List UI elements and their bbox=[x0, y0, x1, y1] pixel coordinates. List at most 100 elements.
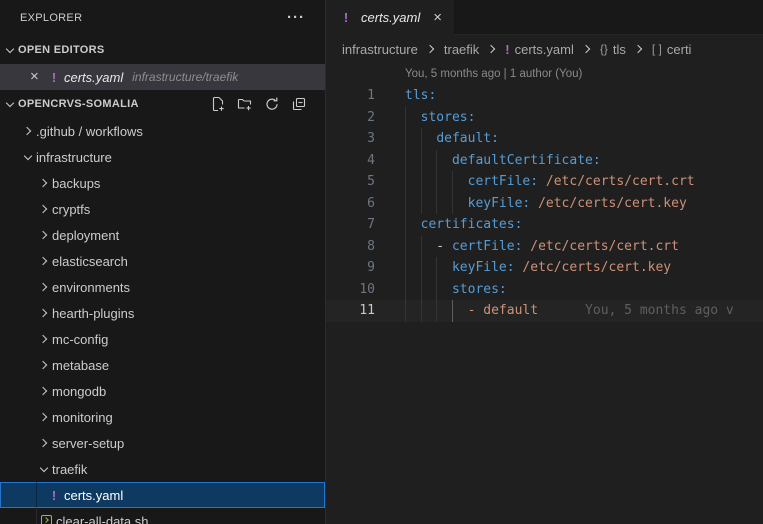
tree-item-label: infrastructure bbox=[36, 150, 112, 165]
breadcrumb-tls[interactable]: {} tls bbox=[600, 42, 626, 57]
indent-guide bbox=[421, 150, 422, 172]
tree-item-traefik[interactable]: traefik bbox=[0, 456, 325, 482]
line-content: default: bbox=[375, 128, 763, 150]
code-line-3[interactable]: 3 default: bbox=[326, 128, 763, 150]
code-line-1[interactable]: 1 tls: bbox=[326, 85, 763, 107]
editor-area: ! certs.yaml × infrastructuretraefik!cer… bbox=[326, 0, 763, 524]
line-number: 6 bbox=[326, 193, 375, 215]
indent-guide bbox=[421, 171, 422, 193]
chevron-right-icon bbox=[38, 385, 50, 397]
tree-item-elasticsearch[interactable]: elasticsearch bbox=[0, 248, 325, 274]
indent-guide bbox=[436, 257, 437, 279]
open-editor-item[interactable]: × ! certs.yaml infrastructure/traefik bbox=[0, 64, 325, 90]
tree-item-label: monitoring bbox=[52, 410, 113, 425]
indent-guide bbox=[405, 300, 406, 322]
chevron-down-icon bbox=[38, 463, 50, 475]
breadcrumb-certi[interactable]: [ ]certi bbox=[652, 42, 692, 57]
tree-item-infrastructure[interactable]: infrastructure bbox=[0, 144, 325, 170]
line-number: 3 bbox=[326, 128, 375, 150]
new-file-icon[interactable] bbox=[210, 96, 226, 112]
close-icon[interactable]: × bbox=[433, 9, 442, 26]
line-content: certFile: /etc/certs/cert.crt bbox=[375, 171, 763, 193]
code-line-10[interactable]: 10 stores: bbox=[326, 279, 763, 301]
code-editor[interactable]: You, 5 months ago | 1 author (You) 1 tls:… bbox=[326, 63, 763, 524]
tree-item-metabase[interactable]: metabase bbox=[0, 352, 325, 378]
tree-item-mongodb[interactable]: mongodb bbox=[0, 378, 325, 404]
code-token: tls: bbox=[405, 88, 436, 103]
indent-guide bbox=[436, 171, 437, 193]
line-content: - certFile: /etc/certs/cert.crt bbox=[375, 236, 763, 258]
code-token: /etc/certs/cert.key bbox=[515, 260, 672, 275]
chevron-right-icon bbox=[38, 281, 50, 293]
collapse-all-icon[interactable] bbox=[291, 96, 307, 112]
more-actions-icon[interactable]: ··· bbox=[287, 13, 305, 23]
tree-item-label: hearth-plugins bbox=[52, 306, 134, 321]
tree-item-hearth-plugins[interactable]: hearth-plugins bbox=[0, 300, 325, 326]
indent-guide bbox=[405, 279, 406, 301]
code-line-5[interactable]: 5 certFile: /etc/certs/cert.crt bbox=[326, 171, 763, 193]
tree-item-certs-yaml[interactable]: !certs.yaml bbox=[0, 482, 325, 508]
tree-item-label: clear-all-data.sh bbox=[56, 514, 149, 524]
code-token bbox=[405, 153, 452, 168]
tab-bar: ! certs.yaml × bbox=[326, 0, 763, 35]
code-token: stores: bbox=[452, 282, 507, 297]
tree-item-backups[interactable]: backups bbox=[0, 170, 325, 196]
breadcrumb-certs-yaml[interactable]: !certs.yaml bbox=[505, 42, 574, 57]
code-token: /etc/certs/cert.crt bbox=[522, 239, 679, 254]
line-number: 1 bbox=[326, 85, 375, 107]
line-number: 5 bbox=[326, 171, 375, 193]
yaml-warning-icon: ! bbox=[338, 10, 354, 25]
tree-item-label: certs.yaml bbox=[64, 488, 123, 503]
code-line-8[interactable]: 8 - certFile: /etc/certs/cert.crt bbox=[326, 236, 763, 258]
breadcrumb-label: tls bbox=[613, 42, 626, 57]
breadcrumb-traefik[interactable]: traefik bbox=[444, 42, 479, 57]
tree-item-label: environments bbox=[52, 280, 130, 295]
line-content: stores: bbox=[375, 107, 763, 129]
tab-certs-yaml[interactable]: ! certs.yaml × bbox=[326, 0, 454, 35]
gitlens-codelens[interactable]: You, 5 months ago | 1 author (You) bbox=[405, 63, 763, 85]
breadcrumb-infrastructure[interactable]: infrastructure bbox=[342, 42, 418, 57]
indent-guide bbox=[405, 150, 406, 172]
tree-item-label: backups bbox=[52, 176, 100, 191]
indent-guide bbox=[405, 128, 406, 150]
refresh-icon[interactable] bbox=[264, 96, 280, 112]
shell-file-icon bbox=[38, 514, 54, 524]
tree-item-mc-config[interactable]: mc-config bbox=[0, 326, 325, 352]
tree-item-label: mc-config bbox=[52, 332, 108, 347]
code-line-6[interactable]: 6 keyFile: /etc/certs/cert.key bbox=[326, 193, 763, 215]
tree-item-github-workflows[interactable]: .github / workflows bbox=[0, 118, 325, 144]
tree-item-label: server-setup bbox=[52, 436, 124, 451]
tree-item-server-setup[interactable]: server-setup bbox=[0, 430, 325, 456]
code-line-2[interactable]: 2 stores: bbox=[326, 107, 763, 129]
open-editors-header[interactable]: OPEN EDITORS bbox=[0, 36, 325, 64]
code-token: stores: bbox=[421, 110, 476, 125]
indent-guide bbox=[421, 128, 422, 150]
breadcrumb-separator-icon bbox=[581, 43, 593, 55]
tree-item-label: elasticsearch bbox=[52, 254, 128, 269]
code-token: - default bbox=[468, 303, 538, 318]
tree-item-label: .github / workflows bbox=[36, 124, 143, 139]
indent-guide bbox=[405, 107, 406, 129]
new-folder-icon[interactable] bbox=[237, 96, 253, 112]
tree-item-cryptfs[interactable]: cryptfs bbox=[0, 196, 325, 222]
tree-item-environments[interactable]: environments bbox=[0, 274, 325, 300]
sidebar-title-row: EXPLORER ··· bbox=[0, 0, 325, 36]
close-icon[interactable]: × bbox=[30, 69, 46, 85]
code-line-4[interactable]: 4 defaultCertificate: bbox=[326, 150, 763, 172]
indent-guide bbox=[421, 193, 422, 215]
tree-item-deployment[interactable]: deployment bbox=[0, 222, 325, 248]
indent-guide bbox=[421, 257, 422, 279]
code-line-7[interactable]: 7 certificates: bbox=[326, 214, 763, 236]
code-line-9[interactable]: 9 keyFile: /etc/certs/cert.key bbox=[326, 257, 763, 279]
line-content: - default You, 5 months ago v bbox=[375, 300, 763, 322]
indent-guide bbox=[436, 193, 437, 215]
tree-item-clear-all-data-sh[interactable]: clear-all-data.sh bbox=[0, 508, 325, 524]
file-tree: .github / workflows infrastructure backups… bbox=[0, 118, 325, 524]
tree-item-monitoring[interactable]: monitoring bbox=[0, 404, 325, 430]
breadcrumb-separator-icon bbox=[633, 43, 645, 55]
code-line-11[interactable]: 11 - default You, 5 months ago v bbox=[326, 300, 763, 322]
object-icon: {} bbox=[600, 42, 608, 56]
chevron-right-icon bbox=[38, 359, 50, 371]
workspace-header[interactable]: OPENCRVS-SOMALIA bbox=[0, 90, 325, 118]
code-token bbox=[405, 282, 452, 297]
